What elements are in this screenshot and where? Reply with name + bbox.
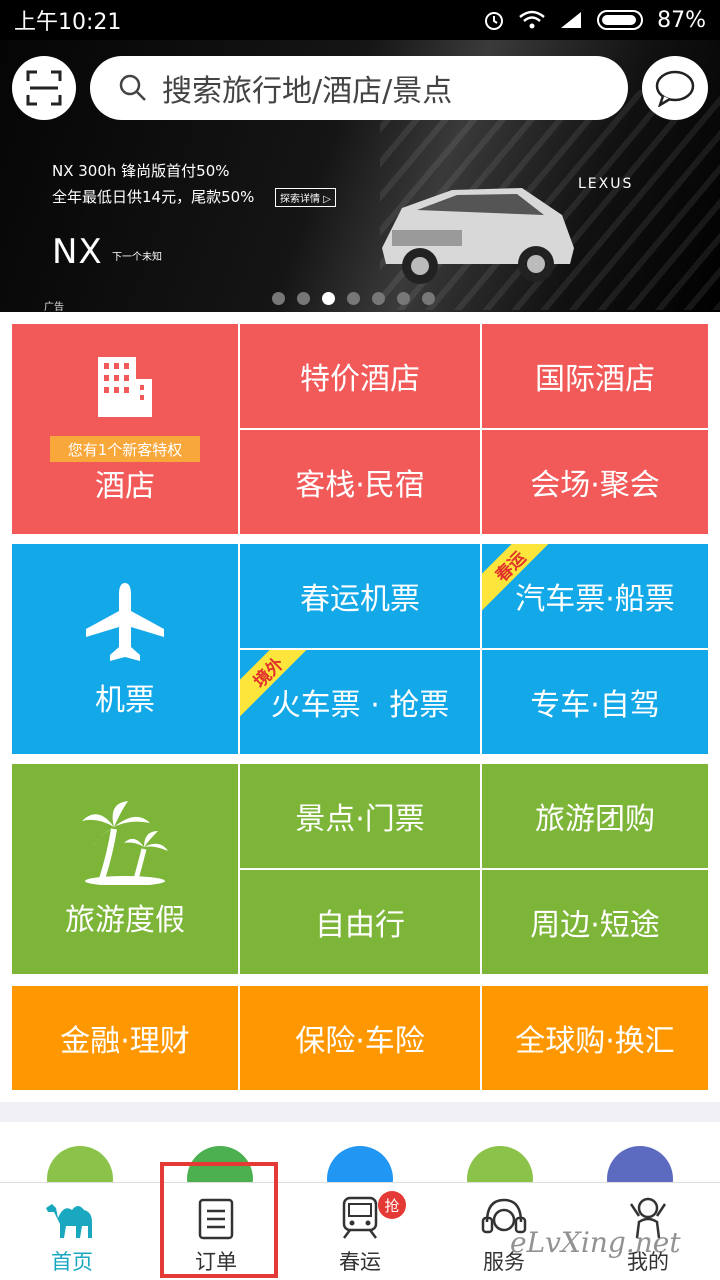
- group-tour-button[interactable]: 旅游团购: [482, 764, 708, 868]
- flight-main-button[interactable]: 机票: [12, 544, 238, 754]
- camel-icon: [46, 1204, 92, 1238]
- search-placeholder: 搜索旅行地/酒店/景点: [162, 74, 453, 109]
- service-icons-row: [0, 1122, 720, 1212]
- grab-ticket-badge: 抢: [378, 1191, 406, 1219]
- hotel-main-button[interactable]: 您有1个新客特权 酒店: [12, 324, 238, 534]
- ad-line-2: 全年最低日供14元，尾款50%: [52, 188, 255, 206]
- ad-banner[interactable]: 搜索旅行地/酒店/景点 LEXUS NX 300h 锋尚版首付50% 全年最低日…: [0, 40, 720, 312]
- car-image: [382, 188, 574, 284]
- battery-icon: [597, 10, 644, 30]
- ad-model: NX: [52, 232, 103, 272]
- building-icon: [98, 357, 152, 417]
- finance-section: 金融·理财 保险·车险 全球购·换汇: [12, 986, 708, 1090]
- carousel-dots: [272, 292, 435, 305]
- nav-spring-festival[interactable]: 抢 春运: [288, 1183, 432, 1280]
- nav-home[interactable]: 首页: [0, 1183, 144, 1280]
- status-time: 上午10:21: [14, 10, 122, 35]
- travel-main-button[interactable]: 旅游度假: [12, 764, 238, 974]
- ad-brand: LEXUS: [578, 176, 634, 192]
- airplane-icon: [86, 583, 164, 661]
- ad-detail-link[interactable]: 探索详情 ▷: [275, 188, 336, 207]
- hotel-label: 酒店: [95, 469, 155, 504]
- travel-label: 旅游度假: [65, 903, 185, 938]
- ad-slogan: 下一个未知: [112, 252, 162, 263]
- battery-level: 87%: [657, 7, 706, 33]
- carousel-dot-active[interactable]: [322, 292, 335, 305]
- hotel-section: 您有1个新客特权 酒店 特价酒店 国际酒店 客栈·民宿 会场·聚会: [12, 324, 708, 534]
- status-icons: 87%: [483, 8, 706, 33]
- independent-travel-button[interactable]: 自由行: [240, 870, 480, 974]
- international-hotel-button[interactable]: 国际酒店: [482, 324, 708, 428]
- discount-hotel-button[interactable]: 特价酒店: [240, 324, 480, 428]
- search-icon: [119, 74, 146, 101]
- flight-label: 机票: [95, 683, 155, 718]
- travel-section: 旅游度假 景点·门票 旅游团购 自由行 周边·短途: [12, 764, 708, 974]
- attraction-ticket-button[interactable]: 景点·门票: [240, 764, 480, 868]
- message-button[interactable]: [642, 56, 708, 120]
- ad-tag: 广告: [44, 302, 64, 312]
- nav-home-label: 首页: [51, 1250, 93, 1274]
- nav-spring-festival-label: 春运: [339, 1250, 381, 1274]
- wifi-icon: [519, 10, 545, 29]
- chat-bubble-icon: [655, 70, 695, 107]
- train-icon: [342, 1196, 378, 1239]
- train-ticket-label: 火车票 · 抢票: [270, 688, 450, 723]
- orders-highlight-frame: [160, 1162, 278, 1278]
- status-bar: 上午10:21 87%: [0, 0, 720, 40]
- ad-line-1: NX 300h 锋尚版首付50%: [52, 162, 230, 180]
- search-input[interactable]: 搜索旅行地/酒店/景点: [90, 56, 628, 120]
- scan-button[interactable]: [12, 56, 76, 120]
- carousel-dot[interactable]: [272, 292, 285, 305]
- finance-button[interactable]: 金融·理财: [12, 986, 238, 1090]
- inn-homestay-button[interactable]: 客栈·民宿: [240, 430, 480, 534]
- alarm-icon: [485, 12, 504, 30]
- insurance-button[interactable]: 保险·车险: [240, 986, 480, 1090]
- palm-tree-icon: [82, 801, 168, 885]
- bus-ship-ticket-button[interactable]: 春运 汽车票·船票: [482, 544, 708, 648]
- carousel-dot[interactable]: [397, 292, 410, 305]
- signal-icon: [561, 12, 582, 28]
- carousel-dot[interactable]: [372, 292, 385, 305]
- car-rental-button[interactable]: 专车·自驾: [482, 650, 708, 754]
- spring-flight-button[interactable]: 春运机票: [240, 544, 480, 648]
- bus-ship-ticket-label: 汽车票·船票: [515, 582, 675, 617]
- train-ticket-button[interactable]: 境外 火车票 · 抢票: [240, 650, 480, 754]
- carousel-dot[interactable]: [297, 292, 310, 305]
- carousel-dot[interactable]: [347, 292, 360, 305]
- flight-section: 机票 春运机票 春运 汽车票·船票 境外 火车票 · 抢票 专车·自驾: [12, 544, 708, 754]
- watermark: eLvXing.net: [510, 1226, 681, 1259]
- carousel-dot[interactable]: [422, 292, 435, 305]
- scan-icon: [26, 70, 62, 106]
- nearby-trip-button[interactable]: 周边·短途: [482, 870, 708, 974]
- global-shopping-button[interactable]: 全球购·换汇: [482, 986, 708, 1090]
- new-user-ribbon: 您有1个新客特权: [50, 436, 200, 462]
- venue-party-button[interactable]: 会场·聚会: [482, 430, 708, 534]
